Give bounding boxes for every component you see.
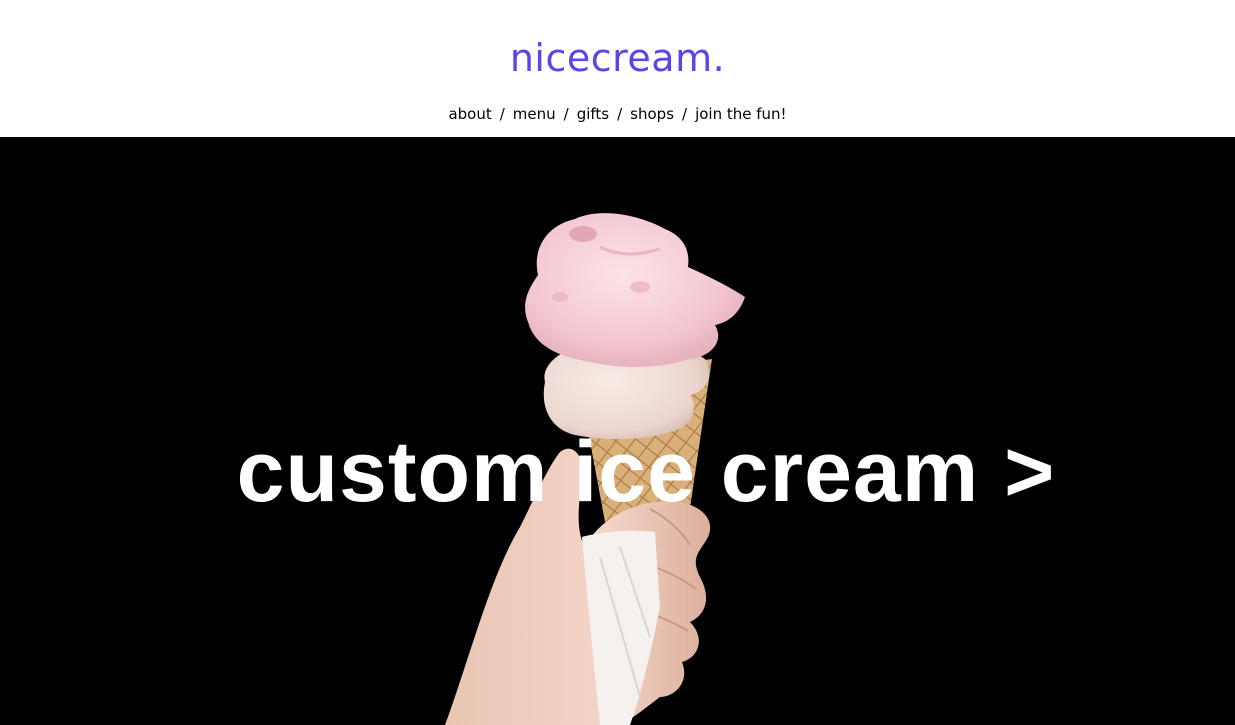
brand-logo[interactable]: nicecream. <box>0 34 1235 82</box>
custom-ice-cream-link[interactable]: custom ice cream > <box>0 422 1235 522</box>
nav-link-shops[interactable]: shops <box>630 105 674 123</box>
nav-separator: / <box>682 105 688 123</box>
nav-separator: / <box>499 105 505 123</box>
hero-banner: custom ice cream > <box>0 137 1235 725</box>
site-header: nicecream. about / menu / gifts / shops / join t… <box>0 0 1235 137</box>
nav-link-about[interactable]: about <box>448 105 491 123</box>
nav-link-menu[interactable]: menu <box>513 105 556 123</box>
main-nav: about / menu / gifts / shops / join the fun! <box>0 103 1235 125</box>
nav-separator: / <box>563 105 569 123</box>
nav-link-gifts[interactable]: gifts <box>577 105 609 123</box>
nav-link-join[interactable]: join the fun! <box>695 105 786 123</box>
nav-separator: / <box>617 105 623 123</box>
